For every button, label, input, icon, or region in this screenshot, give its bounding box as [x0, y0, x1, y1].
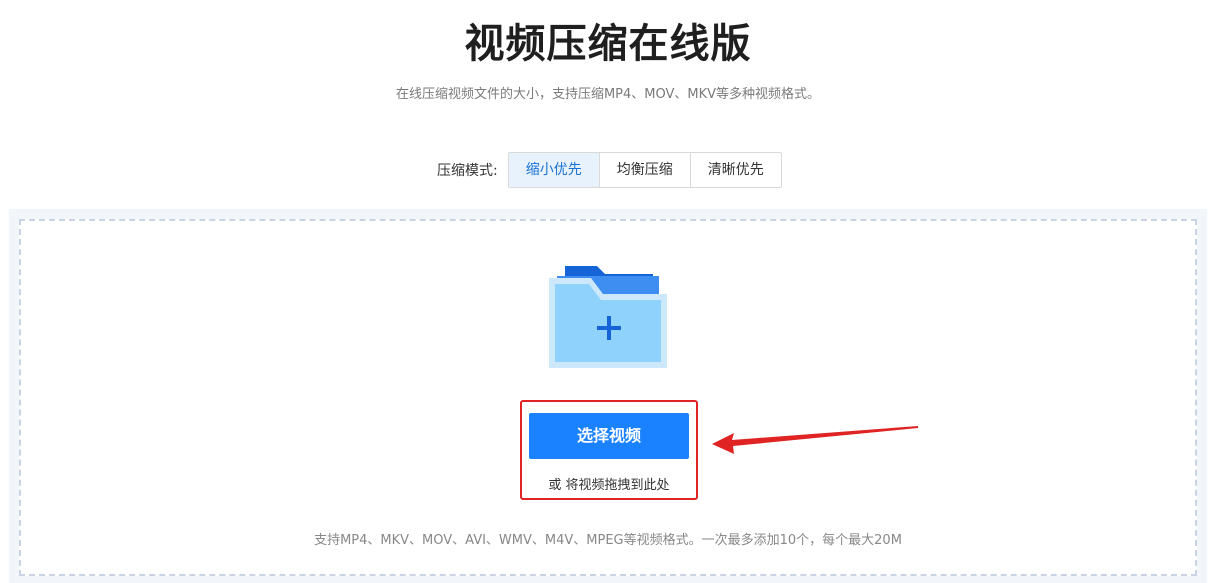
mode-option-size-first[interactable]: 缩小优先	[508, 153, 599, 187]
mode-option-balanced[interactable]: 均衡压缩	[598, 153, 690, 187]
page-subtitle: 在线压缩视频文件的大小，支持压缩MP4、MOV、MKV等多种视频格式。	[395, 87, 821, 102]
page: 视频压缩在线版 在线压缩视频文件的大小，支持压缩MP4、MOV、MKV等多种视频…	[0, 0, 1216, 583]
select-video-button[interactable]: 选择视频	[529, 413, 689, 459]
folder-plus-icon[interactable]	[547, 264, 671, 370]
compression-mode-label: 压缩模式:	[437, 163, 498, 179]
drag-drop-hint: 或 将视频拖拽到此处	[548, 478, 670, 493]
compression-mode-options: 缩小优先 均衡压缩 清晰优先	[507, 152, 782, 188]
page-title: 视频压缩在线版	[464, 21, 752, 67]
mode-option-clarity-first[interactable]: 清晰优先	[689, 153, 781, 187]
supported-formats-note: 支持MP4、MKV、MOV、AVI、WMV、M4V、MPEG等视频格式。一次最多…	[314, 533, 902, 548]
compression-mode-selector: 压缩模式: 缩小优先 均衡压缩 清晰优先	[437, 152, 782, 188]
